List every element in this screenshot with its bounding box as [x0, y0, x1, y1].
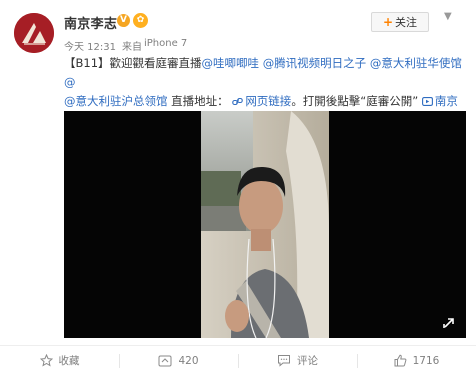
- web-link-label: 网页链接: [245, 94, 292, 108]
- source-prefix: 来自: [122, 42, 142, 53]
- post-meta: 今天 12:31 来自 iPhone 7: [64, 38, 187, 53]
- mention-link[interactable]: @腾讯视频明日之子: [263, 56, 367, 70]
- comment-label: 评论: [297, 355, 318, 367]
- comment-button[interactable]: 评论: [238, 346, 357, 375]
- follow-button[interactable]: + 关注: [371, 12, 429, 32]
- like-count: 1716: [412, 354, 440, 367]
- weibo-post-card: 南京李志 V ✿ + 关注 ▼ 今天 12:31 来自 iPhone 7 【B11…: [0, 0, 476, 381]
- repost-icon: [158, 355, 172, 366]
- fullscreen-icon[interactable]: [442, 316, 456, 330]
- timestamp[interactable]: 今天 12:31: [64, 38, 116, 53]
- video-player[interactable]: [64, 111, 466, 338]
- thumbs-up-icon: [394, 354, 407, 367]
- mention-link[interactable]: @: [64, 75, 76, 89]
- repost-button[interactable]: 420: [119, 346, 238, 375]
- mention-link[interactable]: @哇唧唧哇: [202, 56, 260, 70]
- action-bar: 收藏 420 评论 1716: [0, 345, 476, 375]
- post-text-address: 直播地址：: [167, 94, 229, 108]
- vip-icon: ✿: [133, 13, 148, 28]
- mention-link[interactable]: @意大利驻华使馆: [370, 56, 462, 70]
- video-icon: [421, 97, 433, 106]
- chevron-down-icon[interactable]: ▼: [444, 11, 452, 22]
- favorite-label: 收藏: [58, 355, 80, 367]
- web-link[interactable]: 网页链接: [232, 94, 291, 108]
- avatar[interactable]: [14, 13, 54, 53]
- plus-icon: +: [382, 15, 394, 29]
- source-device: iPhone 7: [144, 38, 188, 49]
- comment-icon: [278, 355, 290, 367]
- video-thumbnail: [201, 111, 329, 338]
- username[interactable]: 南京李志: [64, 13, 117, 32]
- follow-label: 关注: [395, 16, 418, 29]
- repost-count: 420: [178, 354, 199, 367]
- like-button[interactable]: 1716: [357, 346, 476, 375]
- post-text-intro: 【B11】歡迎觀看庭審直播: [64, 56, 202, 70]
- verified-badge-icon: V: [117, 14, 130, 27]
- link-icon: [232, 97, 244, 106]
- mention-link[interactable]: @意大利驻沪总领馆: [64, 94, 168, 108]
- star-icon: [39, 354, 53, 367]
- favorite-button[interactable]: 收藏: [0, 346, 119, 375]
- post-text-instruction: 。打開後點擊“庭審公開”: [291, 94, 419, 108]
